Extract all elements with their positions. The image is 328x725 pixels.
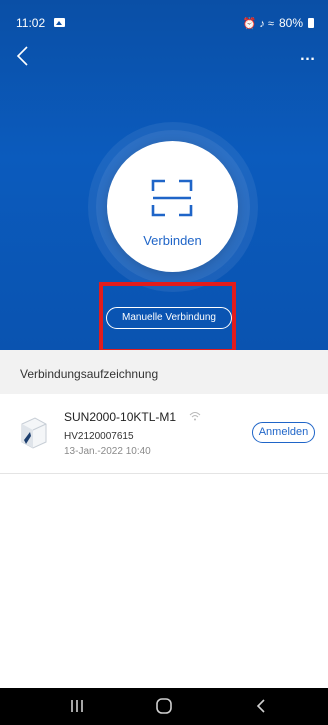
login-button[interactable]: Anmelden: [252, 422, 315, 443]
status-bar: 11:02 ⏰ ♪ ≈ 80%: [0, 0, 328, 30]
system-navigation-bar: [0, 688, 328, 725]
back-button[interactable]: [12, 44, 36, 68]
recent-apps-icon[interactable]: [68, 699, 86, 713]
chevron-left-icon: [16, 46, 28, 66]
device-record-row[interactable]: SUN2000-10KTL-M1 HV2120007615 13-Jan.-20…: [0, 394, 328, 474]
scan-frame-icon: [151, 179, 193, 217]
highlight-annotation: [99, 282, 236, 353]
battery-percent: 80%: [278, 16, 303, 30]
wifi-icon: [189, 412, 201, 421]
app-screen: 11:02 ⏰ ♪ ≈ 80% … Verbinden Manuelle Ver…: [0, 0, 328, 725]
connect-button[interactable]: Verbinden: [107, 141, 238, 272]
home-icon[interactable]: [155, 697, 173, 715]
more-button[interactable]: …: [296, 44, 320, 68]
battery-icon: [308, 18, 314, 28]
device-name: SUN2000-10KTL-M1: [64, 410, 177, 424]
system-back-icon[interactable]: [253, 698, 269, 714]
status-time: 11:02: [16, 16, 46, 30]
connection-records-title: Verbindungsaufzeichnung: [20, 367, 159, 381]
status-indicator-icons: ⏰ ♪ ≈: [242, 17, 274, 30]
device-last-connected: 13-Jan.-2022 10:40: [64, 446, 151, 457]
status-indicators: ⏰ ♪ ≈ 80%: [243, 16, 314, 30]
gallery-notification-icon: [54, 18, 65, 27]
inverter-device-icon: [21, 417, 47, 449]
connection-records-list: SUN2000-10KTL-M1 HV2120007615 13-Jan.-20…: [0, 394, 328, 688]
connect-label: Verbinden: [143, 233, 202, 248]
device-serial-number: HV2120007615: [64, 431, 134, 442]
connection-records-header: Verbindungsaufzeichnung: [0, 350, 328, 394]
